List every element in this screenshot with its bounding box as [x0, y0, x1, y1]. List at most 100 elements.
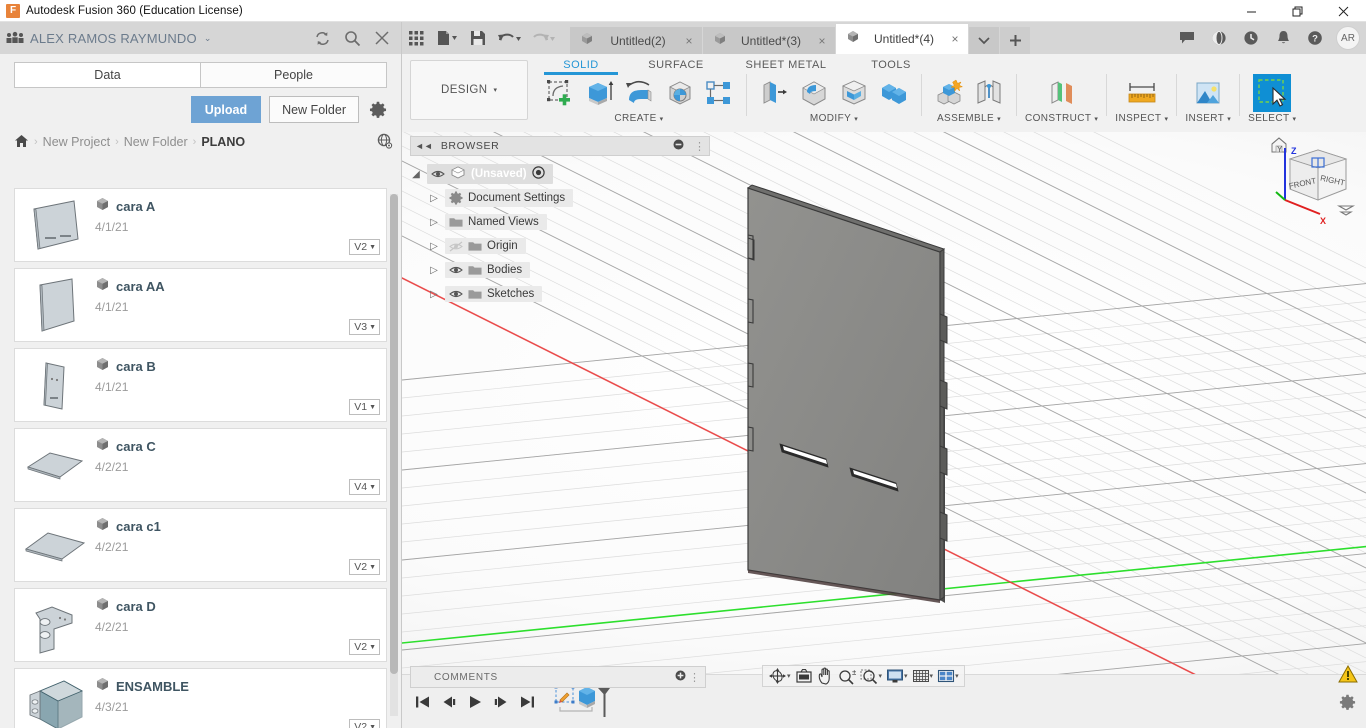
ribbon-tab-sheet-metal[interactable]: SHEET METAL — [726, 59, 846, 71]
globe-status-icon[interactable] — [1204, 22, 1234, 54]
ribbon-group-modify-label[interactable]: MODIFY ▾ — [810, 113, 858, 124]
chevron-down-icon[interactable]: ▾ — [955, 672, 959, 680]
version-badge[interactable]: V3 ▼ — [349, 319, 380, 335]
insert-image-icon[interactable] — [1189, 74, 1227, 112]
version-badge[interactable]: V4 ▼ — [349, 479, 380, 495]
maximize-button[interactable] — [1274, 0, 1320, 22]
go-to-beginning-icon[interactable] — [410, 687, 436, 717]
list-item[interactable]: cara A 4/1/21 V2 ▼ — [14, 188, 387, 262]
pattern-icon[interactable] — [700, 74, 738, 112]
expand-arrow-icon[interactable]: ▷ — [428, 241, 440, 252]
eye-icon[interactable] — [449, 265, 463, 275]
pan-icon[interactable] — [815, 666, 836, 686]
search-icon[interactable] — [339, 25, 365, 51]
upload-button[interactable]: Upload — [190, 96, 262, 123]
account-name[interactable]: ALEX RAMOS RAYMUNDO — [30, 31, 197, 46]
new-folder-button[interactable]: New Folder — [269, 96, 359, 123]
radio-activate-icon[interactable] — [531, 166, 545, 182]
scrollbar-thumb[interactable] — [390, 194, 398, 674]
ribbon-group-construct-label[interactable]: CONSTRUCT ▾ — [1025, 113, 1098, 124]
save-icon[interactable] — [464, 22, 492, 54]
step-forward-icon[interactable] — [488, 687, 514, 717]
ribbon-group-create-label[interactable]: CREATE ▾ — [614, 113, 663, 124]
ribbon-tab-tools[interactable]: TOOLS — [846, 59, 936, 71]
viewcube[interactable]: Z X Y FRONT RIGHT — [1260, 134, 1356, 234]
app-grid-icon[interactable] — [402, 22, 430, 54]
breadcrumb-item-new-project[interactable]: New Project — [43, 135, 110, 149]
notifications-bell-icon[interactable] — [1268, 22, 1298, 54]
version-badge[interactable]: V1 ▼ — [349, 399, 380, 415]
list-item[interactable]: ENSAMBLE 4/3/21 V2 ▼ — [14, 668, 387, 728]
new-document-icon[interactable] — [430, 22, 464, 54]
eye-off-icon[interactable] — [449, 241, 463, 252]
comments-bar[interactable]: COMMENTS ⋮ — [410, 666, 706, 688]
globe-icon[interactable] — [377, 133, 393, 152]
grip-icon[interactable]: ⋮ — [689, 671, 700, 684]
viewports-icon[interactable]: ▾ — [935, 666, 961, 686]
workspace-switcher[interactable]: DESIGN ▾ — [410, 60, 528, 120]
tree-node-sketches[interactable]: ▷ Sketches — [410, 282, 710, 306]
select-window-icon[interactable] — [1253, 74, 1292, 112]
redo-icon[interactable] — [526, 22, 560, 54]
version-badge[interactable]: V2 ▼ — [349, 559, 380, 575]
tree-node-origin[interactable]: ▷ Origin — [410, 234, 710, 258]
document-tab-2[interactable]: Untitled*(3) × — [703, 27, 835, 54]
new-tab-icon[interactable] — [1000, 27, 1030, 54]
tree-node-root[interactable]: ◢ (Unsaved) — [410, 162, 710, 186]
warning-icon[interactable] — [1338, 664, 1358, 688]
eye-icon[interactable] — [449, 289, 463, 299]
tab-people[interactable]: People — [201, 62, 387, 88]
joint-icon[interactable] — [970, 74, 1008, 112]
expand-arrow-icon[interactable]: ▷ — [428, 217, 440, 228]
fillet-icon[interactable] — [795, 74, 833, 112]
list-item[interactable]: cara B 4/1/21 V1 ▼ — [14, 348, 387, 422]
minus-circle-icon[interactable] — [673, 139, 684, 153]
combine-icon[interactable] — [875, 74, 913, 112]
version-badge[interactable]: V2 ▼ — [349, 719, 380, 728]
home-icon[interactable] — [14, 134, 29, 151]
chevron-down-icon[interactable]: ▾ — [930, 672, 934, 680]
ribbon-group-inspect-label[interactable]: INSPECT ▾ — [1115, 113, 1168, 124]
measure-icon[interactable] — [1123, 74, 1161, 112]
look-at-icon[interactable] — [793, 666, 815, 686]
minimize-button[interactable] — [1228, 0, 1274, 22]
version-badge[interactable]: V2 ▼ — [349, 639, 380, 655]
display-settings-icon[interactable]: ▾ — [884, 666, 910, 686]
close-panel-icon[interactable] — [369, 25, 395, 51]
gear-icon[interactable] — [1339, 694, 1356, 716]
tab-overflow-icon[interactable] — [969, 27, 999, 54]
ribbon-tab-surface[interactable]: SURFACE — [626, 59, 726, 71]
tree-node-document-settings[interactable]: ▷ Document Settings — [410, 186, 710, 210]
new-component-icon[interactable] — [930, 74, 968, 112]
chevron-down-icon[interactable]: ▾ — [787, 672, 791, 680]
list-item[interactable]: cara AA 4/1/21 V3 ▼ — [14, 268, 387, 342]
timeline-features[interactable] — [554, 685, 612, 719]
expand-arrow-icon[interactable]: ▷ — [428, 289, 440, 300]
tree-node-named-views[interactable]: ▷ Named Views — [410, 210, 710, 234]
breadcrumb-item-new-folder[interactable]: New Folder — [124, 135, 188, 149]
avatar[interactable]: AR — [1336, 26, 1360, 50]
close-icon[interactable]: × — [948, 32, 962, 46]
close-button[interactable] — [1320, 0, 1366, 22]
plus-circle-icon[interactable] — [675, 670, 686, 684]
comment-icon[interactable] — [1172, 22, 1202, 54]
list-item[interactable]: cara C 4/2/21 V4 ▼ — [14, 428, 387, 502]
chevron-down-icon[interactable]: ⌄ — [204, 33, 212, 44]
undo-icon[interactable] — [492, 22, 526, 54]
data-panel-scrollbar[interactable] — [390, 194, 398, 716]
eye-icon[interactable] — [431, 169, 445, 179]
document-tab-3[interactable]: Untitled*(4) × — [836, 24, 968, 54]
orbit-icon[interactable]: ▾ — [766, 666, 793, 686]
offset-plane-icon[interactable] — [1043, 74, 1081, 112]
ribbon-group-select-label[interactable]: SELECT ▾ — [1248, 113, 1296, 124]
close-icon[interactable]: × — [815, 34, 829, 48]
create-sketch-icon[interactable] — [540, 74, 578, 112]
go-to-end-icon[interactable] — [514, 687, 540, 717]
ribbon-group-insert-label[interactable]: INSERT ▾ — [1185, 113, 1231, 124]
viewport-3d[interactable]: ◄◄ BROWSER ⋮ ◢ (Unsaved) ▷ Document Sett… — [402, 132, 1366, 696]
list-item[interactable]: cara c1 4/2/21 V2 ▼ — [14, 508, 387, 582]
collapse-left-icon[interactable]: ◄◄ — [415, 141, 433, 151]
gear-icon[interactable] — [367, 99, 389, 121]
revolve-icon[interactable] — [620, 74, 658, 112]
job-status-icon[interactable] — [1236, 22, 1266, 54]
